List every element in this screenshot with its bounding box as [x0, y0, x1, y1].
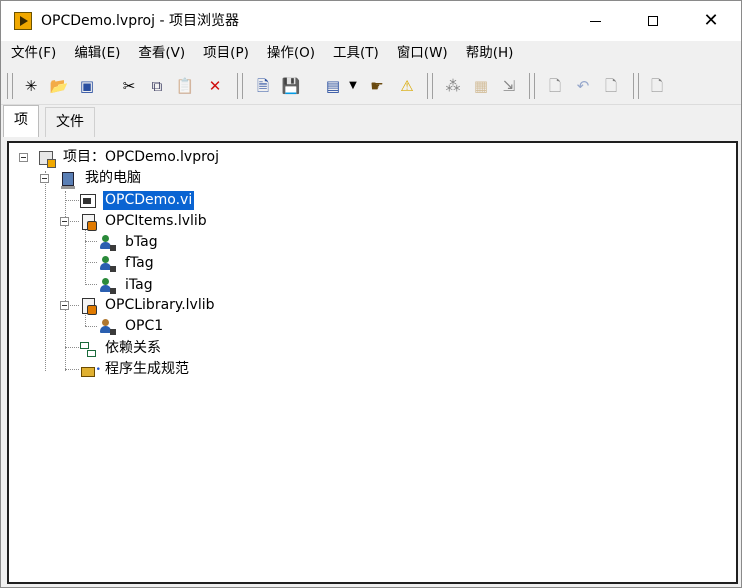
shared-variable-icon [99, 255, 117, 273]
tree-item-label: OPC1 [125, 318, 164, 334]
close-button[interactable]: ✕ [682, 1, 740, 41]
labview-app-icon[interactable] [14, 12, 32, 30]
save-all-icon[interactable]: ▣ [77, 76, 97, 96]
tree-item-label: 依赖关系 [105, 340, 161, 356]
library-icon [79, 213, 97, 231]
tree-item-label: fTag [125, 255, 154, 271]
close-icon: ✕ [703, 10, 719, 31]
tree-item-variable[interactable]: iTag [99, 275, 155, 296]
delete-icon[interactable]: ✕ [205, 76, 225, 96]
menu-edit[interactable]: 编辑(E) [64, 41, 128, 66]
tree-item-library[interactable]: OPCItems.lvlib [79, 211, 209, 232]
toolbar-grip[interactable] [633, 73, 639, 99]
vi-icon [79, 192, 97, 210]
opc-server-icon [99, 318, 117, 336]
menu-bar: 文件(F) 编辑(E) 查看(V) 项目(P) 操作(O) 工具(T) 窗口(W… [1, 41, 741, 66]
build-icon[interactable]: ▦ [471, 76, 491, 96]
toolbar: ✳ 📂 ▣ ✂ ⧉ 📋 ✕ 🗎 💾 ▤ ▼ ☛ ⚠ ⁂ ▦ ⇲ 🗋 ↶ 🗋 🗋 [1, 67, 741, 105]
tree-connector [65, 200, 79, 201]
refresh-icon[interactable]: 🗋 [545, 76, 565, 96]
tree-item-vi[interactable]: OPCDemo.vi [79, 190, 195, 211]
computer-icon [59, 170, 77, 189]
dropdown-icon[interactable]: ▼ [343, 76, 363, 96]
build-specs-icon: ••• [79, 361, 101, 379]
collapse-toggle[interactable] [60, 217, 69, 226]
tree-item-variable[interactable]: bTag [99, 232, 160, 253]
tab-strip: 项 文件 [1, 105, 741, 137]
tree-connector [85, 284, 97, 285]
undo-icon[interactable]: ↶ [573, 76, 593, 96]
tree-item-label: OPCDemo.vi [103, 191, 195, 210]
tree-item-label: 程序生成规范 [105, 361, 189, 377]
add-item-icon[interactable]: 🗋 [647, 76, 667, 96]
menu-help[interactable]: 帮助(H) [456, 41, 522, 66]
toolbar-grip[interactable] [237, 73, 243, 99]
tab-files[interactable]: 文件 [45, 107, 95, 137]
tree-item-label: iTag [125, 277, 153, 293]
project-icon [37, 149, 56, 168]
help-icon[interactable]: ☛ [367, 76, 387, 96]
shared-variable-icon [99, 234, 117, 252]
open-icon[interactable]: 📂 [49, 76, 69, 96]
toolbar-grip[interactable] [529, 73, 535, 99]
tree-connector [85, 229, 86, 285]
menu-project[interactable]: 项目(P) [193, 41, 257, 66]
menu-file[interactable]: 文件(F) [1, 41, 64, 66]
toolbar-grip[interactable] [7, 73, 13, 99]
minimize-button[interactable] [566, 1, 624, 41]
collapse-toggle[interactable] [60, 301, 69, 310]
minimize-icon [589, 20, 601, 22]
shared-variable-icon [99, 277, 117, 295]
paste-icon[interactable]: 📋 [175, 76, 195, 96]
menu-tools[interactable]: 工具(T) [323, 41, 387, 66]
tree-item-variable[interactable]: fTag [99, 253, 156, 274]
deploy-icon[interactable]: ⇲ [499, 76, 519, 96]
tree-item-project[interactable]: 项目：OPCDemo.lvproj [37, 147, 221, 168]
save-icon[interactable]: 💾 [281, 76, 301, 96]
tree-connector [45, 171, 46, 371]
tree-connector [65, 369, 79, 370]
copy-icon[interactable]: ⧉ [147, 76, 167, 96]
tree-item-label: bTag [125, 234, 158, 250]
project-explorer-window: OPCDemo.lvproj - 项目浏览器 ✕ 文件(F) 编辑(E) 查看(… [0, 0, 742, 588]
collapse-toggle[interactable] [19, 153, 28, 162]
library-icon [79, 297, 97, 315]
warning-icon[interactable]: ⚠ [397, 76, 417, 96]
tree-connector [85, 241, 97, 242]
redo-icon[interactable]: 🗋 [601, 76, 621, 96]
dependencies-icon [79, 340, 97, 358]
maximize-button[interactable] [624, 1, 682, 41]
tree-item-io-server[interactable]: OPC1 [99, 316, 165, 337]
tab-items[interactable]: 项 [3, 105, 39, 137]
cut-icon[interactable]: ✂ [119, 76, 139, 96]
tree-item-label: 项目：OPCDemo.lvproj [63, 149, 220, 165]
tree-item-label: 我的电脑 [85, 170, 141, 186]
filter-icon[interactable]: ⁂ [443, 76, 463, 96]
collapse-toggle[interactable] [40, 174, 49, 183]
tree-item-label: OPCLibrary.lvlib [105, 297, 215, 313]
title-bar[interactable]: OPCDemo.lvproj - 项目浏览器 ✕ [1, 1, 741, 41]
menu-view[interactable]: 查看(V) [128, 41, 193, 66]
tree-connector [85, 262, 97, 263]
new-icon[interactable]: ✳ [21, 76, 41, 96]
window-title: OPCDemo.lvproj - 项目浏览器 [41, 13, 239, 29]
add-file-icon[interactable]: 🗎 [253, 76, 273, 96]
toolbar-grip[interactable] [427, 73, 433, 99]
project-tree[interactable]: 项目：OPCDemo.lvproj 我的电脑 OPCDemo.vi OPCIte… [7, 141, 738, 584]
maximize-icon [648, 16, 658, 26]
tree-item-build-specs[interactable]: ••• 程序生成规范 [79, 359, 191, 380]
menu-window[interactable]: 窗口(W) [387, 41, 456, 66]
tree-item-label: OPCItems.lvlib [105, 213, 207, 229]
view-icon[interactable]: ▤ [323, 76, 343, 96]
tree-connector [65, 347, 79, 348]
tree-item-library[interactable]: OPCLibrary.lvlib [79, 295, 216, 316]
tree-connector [85, 326, 97, 327]
tree-item-dependencies[interactable]: 依赖关系 [79, 338, 163, 359]
tree-item-my-computer[interactable]: 我的电脑 [59, 168, 143, 189]
menu-operate[interactable]: 操作(O) [257, 41, 323, 66]
